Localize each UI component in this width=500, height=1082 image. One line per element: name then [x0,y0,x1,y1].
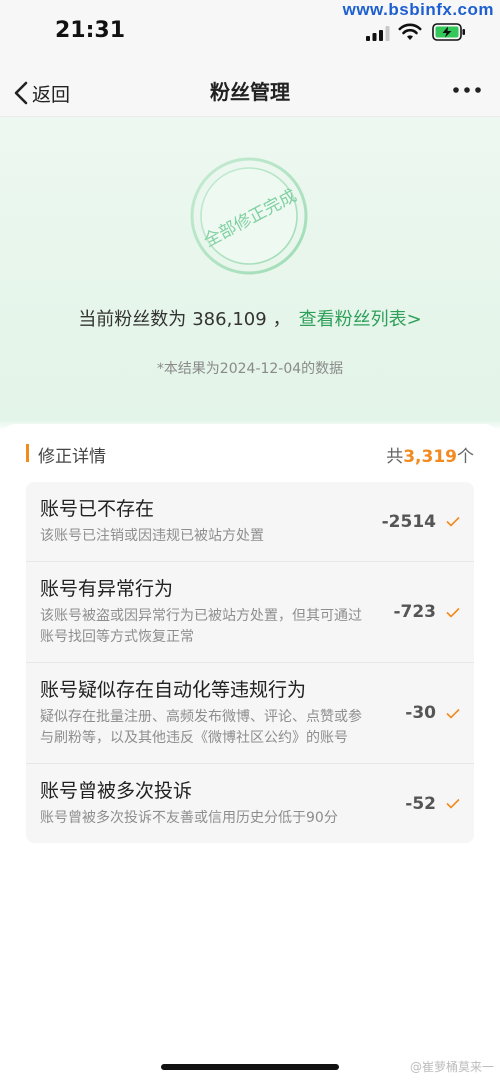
view-fans-list-link[interactable]: 查看粉丝列表> [299,309,422,330]
row-title: 账号疑似存在自动化等违规行为 [40,679,307,701]
row-result: -52 [405,794,460,814]
check-icon [446,708,460,719]
details-header: 修正详情 共3,319个 [26,442,474,467]
fans-summary: 当前粉丝数为 386,109， 查看粉丝列表> [0,305,500,331]
check-icon [446,516,460,527]
list-item: 账号曾被多次投诉 账号曾被多次投诉不友善或信用历史分低于90分 -52 [26,764,474,843]
wifi-icon [398,23,422,40]
fans-separator: ， [272,309,291,330]
details-sheet: 修正详情 共3,319个 账号已不存在 该账号已注销或因违规已被站方处置 -25… [0,424,500,1082]
list-item: 账号疑似存在自动化等违规行为 疑似存在批量注册、高频发布微博、评论、点赞或参与刷… [26,663,474,764]
row-result: -2514 [382,512,460,532]
total-count: 3,319 [403,447,457,467]
row-title: 账号有异常行为 [40,578,174,600]
data-date-note: *本结果为2024-12-04的数据 [156,361,344,377]
check-icon [446,607,460,618]
row-description: 该账号被盗或因异常行为已被站方处置，但其可通过账号找回等方式恢复正常 [40,608,362,645]
row-value: -30 [405,703,436,723]
home-indicator[interactable] [161,1064,339,1070]
credit-watermark: @崔萝桶莫来一 [409,1060,494,1074]
fans-count: 386,109 [192,309,267,330]
details-card: 账号已不存在 该账号已注销或因违规已被站方处置 -2514 账号有异常行为 该账… [26,482,474,843]
row-title: 账号曾被多次投诉 [40,780,193,802]
row-description: 疑似存在批量注册、高频发布微博、评论、点赞或参与刷粉等，以及其他违反《微博社区公… [40,709,362,746]
status-bar: 21:31 www.bsbinfx.com [0,0,500,70]
page-title: 粉丝管理 [210,80,290,104]
completion-stamp-icon: 全部修正完成 [190,157,308,275]
row-description: 账号曾被多次投诉不友善或信用历史分低于90分 [40,810,338,826]
fans-prefix: 当前粉丝数为 [78,309,187,330]
details-title: 修正详情 [38,447,106,467]
row-value: -52 [405,793,436,814]
battery-charging-icon [432,23,465,41]
row-result: -30 [405,703,460,723]
row-description: 该账号已注销或因违规已被站方处置 [40,528,264,544]
total-prefix: 共 [386,447,404,467]
nav-bar: 返回 粉丝管理 [0,70,500,117]
fans-management-screen: 21:31 www.bsbinfx.com 返回 粉丝管理 全部修正完成 当前粉… [0,0,500,1082]
row-result: -723 [393,602,460,622]
list-item: 账号已不存在 该账号已注销或因违规已被站方处置 -2514 [26,482,474,562]
status-time: 21:31 [55,18,126,43]
check-icon [446,798,460,809]
signal-icon [366,26,390,41]
row-value: -723 [393,602,436,622]
watermark-text: www.bsbinfx.com [342,0,494,19]
row-value: -2514 [381,511,436,532]
more-icon[interactable] [452,85,482,95]
total-suffix: 个 [457,447,474,467]
section-accent-bar [26,444,29,462]
details-total: 共3,319个 [386,442,474,467]
list-item: 账号有异常行为 该账号被盗或因异常行为已被站方处置，但其可通过账号找回等方式恢复… [26,562,474,663]
